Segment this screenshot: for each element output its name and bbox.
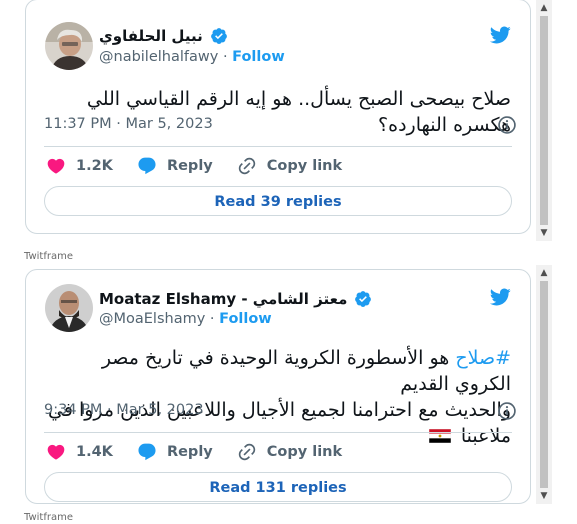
twitter-bird-icon[interactable] [488, 286, 512, 308]
separator: · [209, 311, 215, 327]
copy-link-button[interactable]: Copy link [237, 442, 342, 462]
reply-label: Reply [166, 158, 213, 174]
scroll-down-arrow[interactable]: ▼ [536, 488, 552, 504]
like-button[interactable]: 1.2K [46, 156, 113, 176]
scrollbar-thumb[interactable] [540, 16, 548, 225]
link-icon [238, 157, 255, 175]
info-icon[interactable] [497, 401, 517, 421]
link-icon [238, 443, 255, 461]
heart-icon [47, 158, 65, 174]
avatar[interactable] [45, 22, 93, 70]
tweet-text: #صلاح هو الأسطورة الكروية الوحيدة في تار… [44, 345, 511, 449]
scroll-up-arrow[interactable]: ▲ [536, 265, 552, 281]
speech-bubble-icon [138, 157, 156, 175]
heart-icon [47, 444, 65, 460]
tweet-embed-frame-2: Moataz Elshamy - معتز الشامي @MoaElshamy… [24, 265, 552, 504]
action-bar: 1.4K Reply Copy link [46, 441, 366, 463]
follow-button[interactable]: Follow [232, 49, 285, 65]
read-replies-button[interactable]: Read 131 replies [44, 472, 512, 502]
twitframe-label: Twitframe [24, 512, 73, 523]
handle[interactable]: @MoaElshamy [99, 311, 205, 327]
speech-bubble-icon [138, 443, 156, 461]
info-icon[interactable] [497, 115, 517, 135]
follow-button[interactable]: Follow [219, 311, 272, 327]
handle-line: @nabilelhalfawy · Follow [99, 49, 285, 65]
verified-badge-icon [210, 27, 228, 45]
handle-line: @MoaElshamy · Follow [99, 311, 272, 327]
reply-label: Reply [166, 444, 213, 460]
tweet-text-part-1: هو الأسطورة الكروية الوحيدة في تاريخ مصر… [101, 347, 511, 395]
copy-link-button[interactable]: Copy link [237, 156, 342, 176]
tweet-card-2: Moataz Elshamy - معتز الشامي @MoaElshamy… [25, 269, 531, 504]
divider [44, 432, 512, 433]
avatar[interactable] [45, 284, 93, 332]
scrollbar-thumb[interactable] [540, 281, 548, 488]
egypt-flag-icon [428, 424, 452, 444]
separator: · [222, 49, 228, 65]
tweet-card-1: نبيل الحلفاوي @nabilelhalfawy · Follow ص… [25, 0, 531, 234]
timestamp[interactable]: 11:37 PM · Mar 5, 2023 [44, 116, 213, 132]
display-name-text[interactable]: نبيل الحلفاوي [99, 27, 203, 45]
scroll-down-arrow[interactable]: ▼ [536, 225, 552, 241]
display-name[interactable]: Moataz Elshamy - معتز الشامي [99, 290, 372, 308]
copy-link-label: Copy link [266, 158, 343, 174]
handle[interactable]: @nabilelhalfawy [99, 49, 218, 65]
copy-link-label: Copy link [266, 444, 343, 460]
twitter-bird-icon[interactable] [488, 24, 512, 46]
timestamp[interactable]: 9:34 PM · Mar 5, 2023 [44, 402, 204, 418]
like-count: 1.4K [76, 444, 113, 460]
read-replies-button[interactable]: Read 39 replies [44, 186, 512, 216]
reply-button[interactable]: Reply [137, 156, 213, 176]
action-bar: 1.2K Reply Copy link [46, 155, 366, 177]
like-button[interactable]: 1.4K [46, 442, 113, 462]
divider [44, 146, 512, 147]
reply-button[interactable]: Reply [137, 442, 213, 462]
like-count: 1.2K [76, 158, 113, 174]
twitframe-label: Twitframe [24, 251, 73, 262]
scrollbar[interactable]: ▲ ▼ [536, 265, 552, 504]
hashtag-link[interactable]: #صلاح [455, 347, 511, 369]
tweet-embed-frame-1: نبيل الحلفاوي @nabilelhalfawy · Follow ص… [24, 0, 552, 241]
display-name[interactable]: نبيل الحلفاوي [99, 27, 228, 45]
scroll-up-arrow[interactable]: ▲ [536, 0, 552, 16]
tweet-text-line-1: #صلاح هو الأسطورة الكروية الوحيدة في تار… [44, 345, 511, 397]
scrollbar[interactable]: ▲ ▼ [536, 0, 552, 241]
verified-badge-icon [354, 290, 372, 308]
display-name-text[interactable]: Moataz Elshamy - معتز الشامي [99, 290, 347, 308]
